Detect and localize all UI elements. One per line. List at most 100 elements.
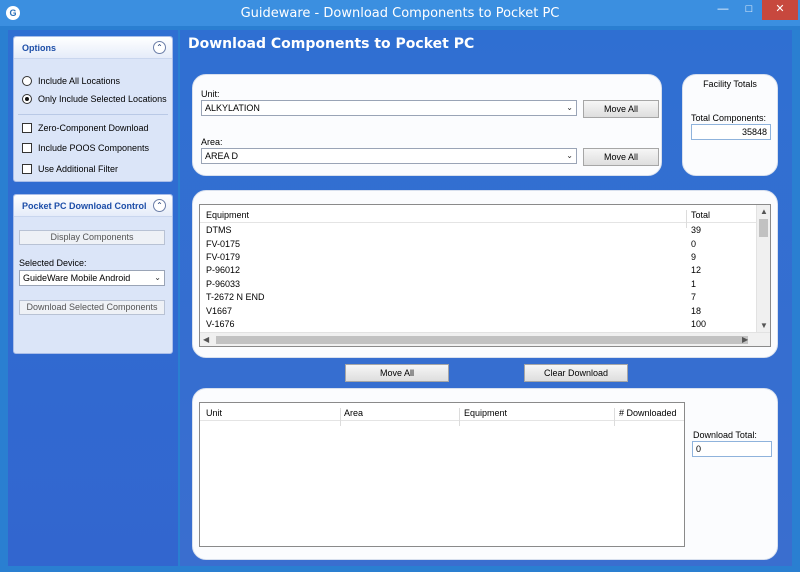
total-cell: 9 — [691, 252, 697, 262]
checkbox-label: Include POOS Components — [38, 143, 150, 153]
include-all-locations-radio[interactable]: Include All Locations — [22, 74, 120, 88]
total-cell: 18 — [691, 306, 702, 316]
download-card: Unit Area Equipment # Downloaded Downloa… — [192, 388, 778, 560]
checkbox-icon[interactable] — [22, 164, 32, 174]
only-selected-locations-radio[interactable]: Only Include Selected Locations — [22, 92, 167, 106]
equipment-table-header: Equipment Total — [200, 205, 770, 228]
table-row[interactable]: P-96033 1 — [200, 279, 770, 292]
column-header-unit[interactable]: Unit — [206, 408, 222, 418]
total-components-label: Total Components: — [691, 113, 767, 123]
scroll-up-icon[interactable]: ▲ — [760, 207, 768, 216]
table-row[interactable]: V-1676 100 — [200, 319, 770, 332]
unit-select[interactable]: ALKYLATION ⌄ — [201, 100, 577, 116]
device-select-value: GuideWare Mobile Android — [23, 273, 131, 283]
radio-icon[interactable] — [22, 76, 32, 86]
equipment-cell: FV-0175 — [206, 239, 241, 249]
total-cell: 39 — [691, 225, 702, 235]
pocket-pc-title: Pocket PC Download Control — [22, 201, 147, 211]
column-divider — [614, 408, 615, 426]
total-cell: 7 — [691, 292, 697, 302]
checkbox-icon[interactable] — [22, 143, 32, 153]
window-title: Guideware - Download Components to Pocke… — [240, 6, 560, 21]
options-panel: Options ⌃ Include All Locations Only Inc… — [13, 36, 173, 182]
column-header-area[interactable]: Area — [344, 408, 363, 418]
equipment-cell: P-96033 — [206, 279, 241, 289]
facility-totals-card: Facility Totals Total Components: 35848 — [682, 74, 778, 176]
equipment-cell: P-96012 — [206, 265, 241, 275]
total-components-field[interactable]: 35848 — [691, 124, 771, 140]
pocket-pc-panel-header[interactable]: Pocket PC Download Control ⌃ — [14, 195, 172, 217]
column-divider — [459, 408, 460, 426]
column-header-equipment[interactable]: Equipment — [206, 210, 249, 220]
area-select[interactable]: AREA D ⌄ — [201, 148, 577, 164]
column-header-total[interactable]: Total — [691, 210, 710, 220]
maximize-button[interactable]: □ — [736, 0, 762, 20]
display-components-button[interactable]: Display Components — [19, 230, 165, 245]
equipment-cell: V-1676 — [206, 319, 235, 329]
pocket-pc-panel: Pocket PC Download Control ⌃ Display Com… — [13, 194, 173, 354]
download-total-label: Download Total: — [693, 430, 757, 440]
equipment-cell: T-2672 N END — [206, 292, 265, 302]
options-panel-header[interactable]: Options ⌃ — [14, 37, 172, 59]
total-cell: 100 — [691, 319, 707, 329]
column-divider — [340, 408, 341, 426]
clear-download-button[interactable]: Clear Download — [524, 364, 628, 382]
vertical-scrollbar[interactable]: ▲ ▼ — [756, 205, 770, 332]
collapse-icon[interactable]: ⌃ — [153, 199, 166, 212]
unit-label: Unit: — [201, 89, 220, 99]
collapse-icon[interactable]: ⌃ — [153, 41, 166, 54]
move-all-button[interactable]: Move All — [345, 364, 449, 382]
table-row[interactable]: FV-0179 9 — [200, 252, 770, 265]
column-header-downloaded[interactable]: # Downloaded — [619, 408, 677, 418]
equipment-table[interactable]: Equipment Total DTMS 39 FV-0175 0 FV-0179 9… — [199, 204, 771, 347]
table-row[interactable]: FV-0175 0 — [200, 239, 770, 252]
scroll-left-icon[interactable]: ◀ — [203, 335, 209, 344]
download-selected-components-button[interactable]: Download Selected Components — [19, 300, 165, 315]
area-move-all-button[interactable]: Move All — [583, 148, 659, 166]
equipment-cell: FV-0179 — [206, 252, 241, 262]
radio-label: Only Include Selected Locations — [38, 94, 167, 104]
scroll-down-icon[interactable]: ▼ — [760, 321, 768, 330]
radio-selected-icon[interactable] — [22, 94, 32, 104]
include-poos-components-checkbox[interactable]: Include POOS Components — [22, 141, 149, 155]
options-title: Options — [22, 43, 56, 53]
title-bar: G Guideware - Download Components to Poc… — [0, 0, 800, 26]
column-header-equipment[interactable]: Equipment — [464, 408, 507, 418]
table-row[interactable]: V1667 18 — [200, 306, 770, 319]
unit-select-value: ALKYLATION — [205, 103, 260, 113]
download-total-field[interactable]: 0 — [692, 441, 772, 457]
checkbox-icon[interactable] — [22, 123, 32, 133]
download-table[interactable]: Unit Area Equipment # Downloaded — [199, 402, 685, 547]
checkbox-label: Use Additional Filter — [38, 164, 119, 174]
table-row[interactable]: T-2672 N END 7 — [200, 292, 770, 305]
area-select-value: AREA D — [205, 151, 239, 161]
scroll-thumb[interactable] — [216, 336, 748, 344]
minimize-button[interactable]: — — [710, 0, 736, 20]
scroll-thumb[interactable] — [759, 219, 768, 237]
total-cell: 12 — [691, 265, 702, 275]
chevron-down-icon[interactable]: ⌄ — [566, 101, 573, 115]
device-select[interactable]: GuideWare Mobile Android ⌄ — [19, 270, 165, 286]
page-title: Download Components to Pocket PC — [188, 36, 475, 52]
total-cell: 1 — [691, 279, 697, 289]
unit-move-all-button[interactable]: Move All — [583, 100, 659, 118]
checkbox-label: Zero-Component Download — [38, 123, 149, 133]
equipment-cell: V1667 — [206, 306, 233, 316]
scroll-right-icon[interactable]: ▶ — [742, 335, 748, 344]
total-cell: 0 — [691, 239, 697, 249]
radio-label: Include All Locations — [38, 76, 121, 86]
horizontal-scrollbar[interactable]: ◀ ▶ — [200, 332, 770, 346]
unit-area-card: Unit: ALKYLATION ⌄ Move All Area: AREA D… — [192, 74, 662, 176]
equipment-cell: DTMS — [206, 225, 232, 235]
equipment-card: Equipment Total DTMS 39 FV-0175 0 FV-0179 9… — [192, 190, 778, 358]
close-button[interactable]: ✕ — [762, 0, 798, 20]
chevron-down-icon[interactable]: ⌄ — [566, 149, 573, 163]
main-area: Download Components to Pocket PC Unit: A… — [180, 30, 792, 566]
table-row[interactable]: DTMS 39 — [200, 225, 770, 238]
use-additional-filter-checkbox[interactable]: Use Additional Filter — [22, 162, 118, 176]
download-table-header: Unit Area Equipment # Downloaded — [200, 403, 684, 426]
chevron-down-icon[interactable]: ⌄ — [154, 271, 161, 285]
area-label: Area: — [201, 137, 223, 147]
table-row[interactable]: P-96012 12 — [200, 265, 770, 278]
zero-component-download-checkbox[interactable]: Zero-Component Download — [22, 121, 149, 135]
